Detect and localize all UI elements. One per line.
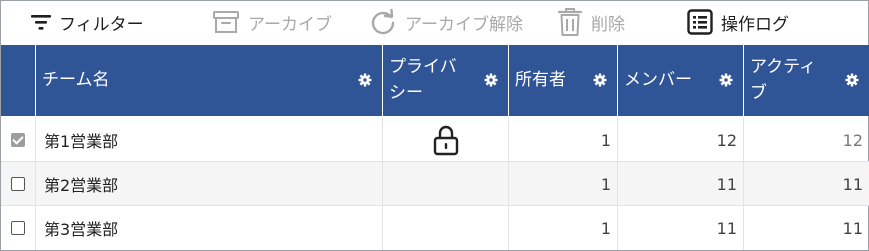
delete-button[interactable]: 削除 xyxy=(557,7,625,37)
unarchive-button[interactable]: アーカイブ解除 xyxy=(369,7,523,37)
list-icon xyxy=(687,9,713,35)
column-header-privacy[interactable]: プライバ シー xyxy=(382,45,508,116)
column-header-owners[interactable]: 所有者 xyxy=(508,45,617,116)
privacy-cell xyxy=(382,118,508,162)
row-select-cell[interactable] xyxy=(1,118,35,162)
table-header: チーム名 プライバ シー 所有者 メンバー アクティ ブ xyxy=(1,45,869,116)
header-select-cell xyxy=(1,45,35,116)
column-header-label: 所有者 xyxy=(515,70,566,90)
teams-panel: フィルター アーカイブ アーカイブ解除 削除 操作ログ チーム名 プライバ シー… xyxy=(0,0,869,251)
row-checkbox[interactable] xyxy=(11,133,25,147)
column-header-label: チーム名 xyxy=(42,70,110,90)
members-cell: 12 xyxy=(617,118,743,162)
column-header-label-line2: シー xyxy=(389,83,423,103)
active-cell: 11 xyxy=(743,206,869,250)
active-cell: 12 xyxy=(743,118,869,162)
gear-icon[interactable] xyxy=(845,73,859,87)
column-header-name[interactable]: チーム名 xyxy=(35,45,382,116)
table-row[interactable]: 第1営業部 1 12 12 xyxy=(1,118,869,162)
lock-icon xyxy=(433,125,458,156)
gear-icon[interactable] xyxy=(358,73,372,87)
privacy-cell xyxy=(382,206,508,250)
column-header-label-line2: ブ xyxy=(750,83,767,103)
owners-cell: 1 xyxy=(508,118,617,162)
team-name-cell[interactable]: 第2営業部 xyxy=(35,162,382,206)
owners-cell: 1 xyxy=(508,162,617,206)
unarchive-label: アーカイブ解除 xyxy=(405,14,523,35)
column-header-active[interactable]: アクティ ブ xyxy=(743,45,869,116)
archive-box-icon xyxy=(212,8,240,36)
gear-icon[interactable] xyxy=(593,73,607,87)
members-cell: 11 xyxy=(617,162,743,206)
delete-label: 削除 xyxy=(591,14,625,35)
audit-log-label: 操作ログ xyxy=(721,14,789,35)
refresh-icon xyxy=(369,8,397,36)
privacy-cell xyxy=(382,162,508,206)
column-header-label-line1: プライバ xyxy=(389,57,457,77)
filter-button[interactable]: フィルター xyxy=(31,7,144,37)
row-select-cell[interactable] xyxy=(1,206,35,250)
filter-icon xyxy=(31,13,51,31)
team-name-cell[interactable]: 第1営業部 xyxy=(35,118,382,162)
archive-label: アーカイブ xyxy=(248,14,332,35)
gear-icon[interactable] xyxy=(484,73,498,87)
column-header-label-line1: アクティ xyxy=(750,57,817,77)
filter-label: フィルター xyxy=(59,14,144,35)
row-checkbox[interactable] xyxy=(11,177,25,191)
audit-log-button[interactable]: 操作ログ xyxy=(687,7,789,37)
column-header-members[interactable]: メンバー xyxy=(617,45,743,116)
team-name-cell[interactable]: 第3営業部 xyxy=(35,206,382,250)
gear-icon[interactable] xyxy=(719,73,733,87)
trash-icon xyxy=(557,7,583,37)
members-cell: 11 xyxy=(617,206,743,250)
archive-button[interactable]: アーカイブ xyxy=(212,7,332,37)
owners-cell: 1 xyxy=(508,206,617,250)
table-row[interactable]: 第3営業部 1 11 11 xyxy=(1,206,869,250)
row-select-cell[interactable] xyxy=(1,162,35,206)
active-cell: 11 xyxy=(743,162,869,206)
row-checkbox[interactable] xyxy=(11,221,25,235)
table-row[interactable]: 第2営業部 1 11 11 xyxy=(1,162,869,206)
toolbar: フィルター アーカイブ アーカイブ解除 削除 操作ログ xyxy=(1,1,868,45)
column-header-label: メンバー xyxy=(624,70,692,90)
